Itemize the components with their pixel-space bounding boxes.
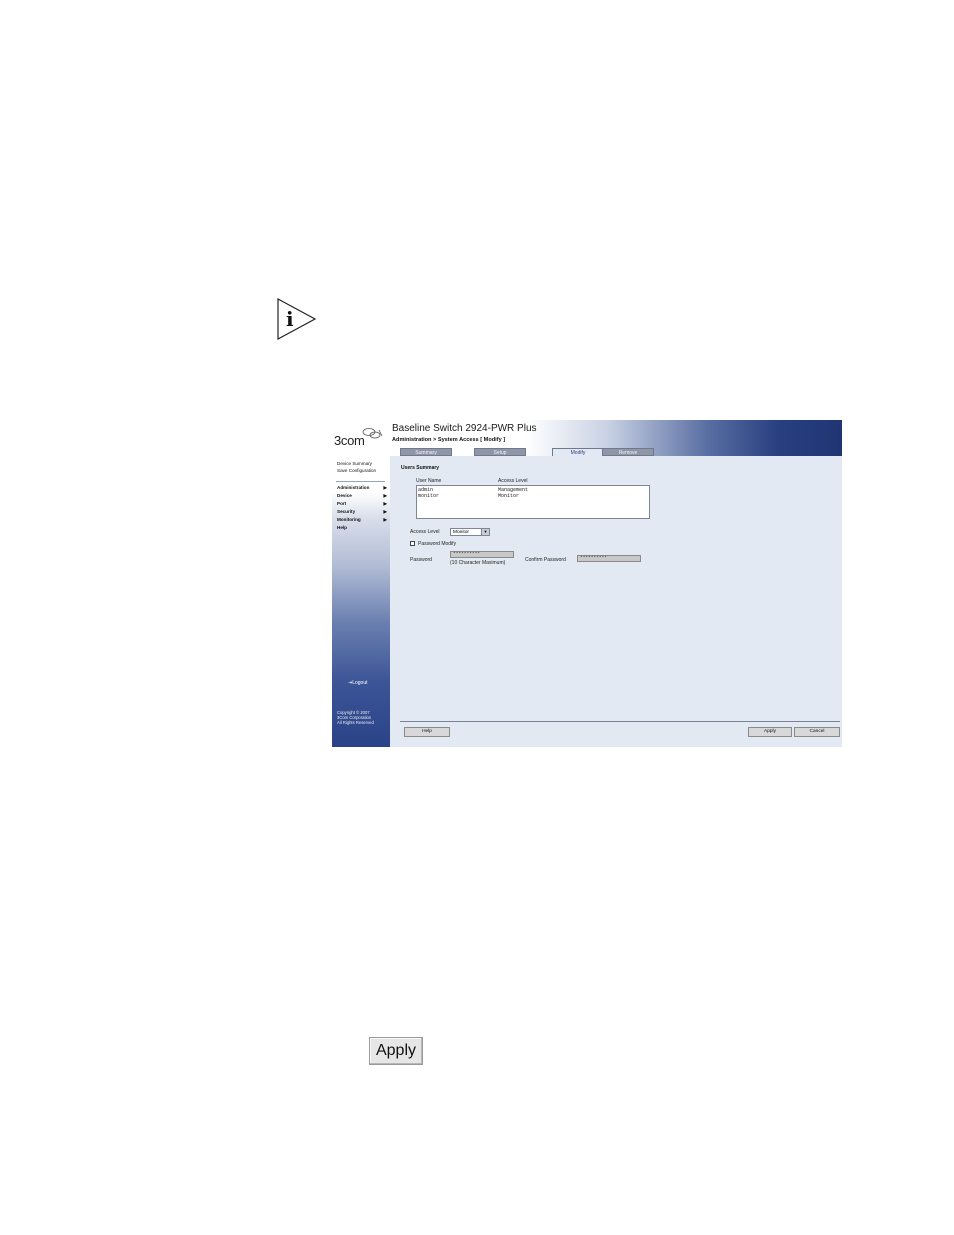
nav-security[interactable]: Security ▶: [337, 509, 387, 514]
nav-help[interactable]: Help: [337, 525, 387, 530]
chevron-down-icon[interactable]: ▼: [481, 529, 489, 535]
nav-administration[interactable]: Administration ▶: [337, 485, 387, 490]
sidebar-divider: [336, 481, 385, 482]
apply-button[interactable]: Apply: [748, 727, 792, 737]
access-level-value: Monitor: [453, 530, 469, 535]
tab-modify[interactable]: Modify: [552, 448, 604, 456]
column-header-access-level: Access Level: [498, 478, 528, 484]
nav-device[interactable]: Device ▶: [337, 493, 387, 498]
arrow-right-icon: ▶: [383, 509, 387, 514]
breadcrumb: Administration > System Access [ Modify …: [392, 437, 506, 443]
list-item-user[interactable]: monitor: [418, 493, 439, 499]
header-banner: Baseline Switch 2924-PWR Plus Administra…: [390, 420, 842, 456]
password-modify-label: Password Modify: [418, 541, 457, 547]
password-modify-checkbox[interactable]: [410, 541, 415, 546]
tab-summary[interactable]: Summary: [400, 448, 452, 456]
tab-bar: Summary Setup Modify Remove: [390, 448, 730, 456]
web-ui-screenshot: 3com Device Summary Save Configuration A…: [332, 420, 842, 747]
confirm-password-label: Confirm Password: [525, 557, 566, 563]
users-summary-heading: Users Summary: [401, 465, 440, 471]
svg-text:i: i: [286, 307, 294, 331]
copyright: Copyright © 2007 3Com Corporation All Ri…: [337, 710, 374, 726]
password-hint: (10 Character Maximum): [450, 560, 506, 566]
logo-text: 3com: [334, 433, 365, 448]
sidebar: 3com Device Summary Save Configuration A…: [332, 420, 390, 747]
password-field[interactable]: **********: [450, 551, 514, 558]
nav-monitoring[interactable]: Monitoring ▶: [337, 517, 387, 522]
confirm-password-field[interactable]: **********: [577, 555, 641, 562]
cancel-button[interactable]: Cancel: [794, 727, 840, 737]
footer-divider: [400, 721, 840, 722]
arrow-right-icon: ▶: [383, 517, 387, 522]
access-level-select[interactable]: Monitor ▼: [450, 528, 490, 536]
nav-port[interactable]: Port ▶: [337, 501, 387, 506]
access-level-label: Access Level: [410, 529, 440, 535]
users-list[interactable]: admin Management monitor Monitor: [416, 485, 650, 519]
list-item-level[interactable]: Monitor: [498, 493, 519, 499]
arrow-right-icon: ▶: [383, 493, 387, 498]
column-header-user-name: User Name: [416, 478, 442, 484]
arrow-right-icon: ▶: [383, 485, 387, 490]
save-configuration-link[interactable]: Save Configuration: [337, 468, 376, 473]
apply-button-large[interactable]: Apply: [369, 1037, 423, 1065]
info-note-icon: i: [277, 298, 317, 340]
tab-setup[interactable]: Setup: [474, 448, 526, 456]
tab-remove[interactable]: Remove: [602, 448, 654, 456]
product-title: Baseline Switch 2924-PWR Plus: [392, 423, 537, 434]
arrow-right-icon: ▶: [383, 501, 387, 506]
password-label: Password: [410, 557, 432, 563]
device-summary-link[interactable]: Device Summary: [337, 461, 372, 466]
help-button[interactable]: Help: [404, 727, 450, 737]
logout-link[interactable]: ⇥Logout: [348, 680, 368, 686]
